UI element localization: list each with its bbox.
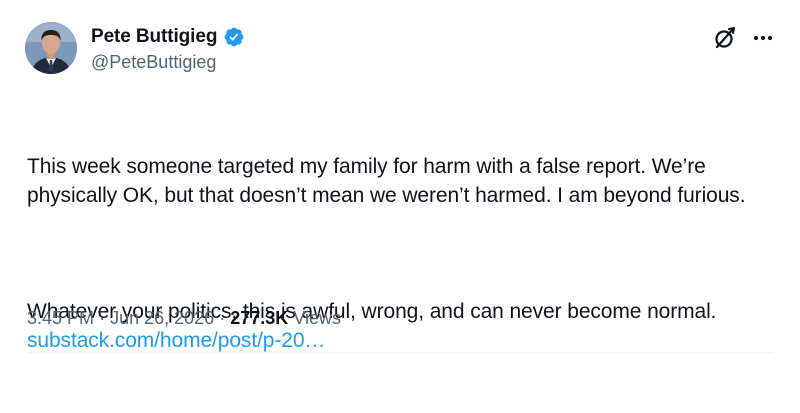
author-name-row: Pete Buttigieg — [91, 25, 245, 49]
profile-photo-icon — [25, 22, 77, 74]
avatar[interactable] — [25, 22, 77, 74]
tweet-meta: 3:45 PM · Jun 26, 2026 · 277.3K Views — [27, 308, 341, 329]
tweet-text: This week someone targeted my family for… — [27, 94, 772, 413]
meta-separator: · — [219, 308, 226, 328]
divider — [27, 352, 774, 353]
tweet-card: Pete Buttigieg @PeteButtigieg This week … — [0, 0, 800, 357]
grok-icon[interactable] — [711, 24, 739, 52]
display-name[interactable]: Pete Buttigieg — [91, 26, 217, 48]
verified-badge-icon[interactable] — [223, 26, 245, 48]
tweet-time[interactable]: 3:45 PM — [27, 308, 94, 328]
views-count[interactable]: 277.3K — [230, 308, 288, 328]
meta-separator: · — [99, 308, 106, 328]
tweet-link[interactable]: substack.com/home/post/p-20… — [27, 329, 325, 352]
tweet-date[interactable]: Jun 26, 2026 — [110, 308, 214, 328]
more-options-icon[interactable] — [749, 24, 777, 52]
author-handle[interactable]: @PeteButtigieg — [91, 52, 216, 73]
views-label[interactable]: Views — [293, 308, 341, 328]
tweet-paragraph-1: This week someone targeted my family for… — [27, 155, 746, 207]
